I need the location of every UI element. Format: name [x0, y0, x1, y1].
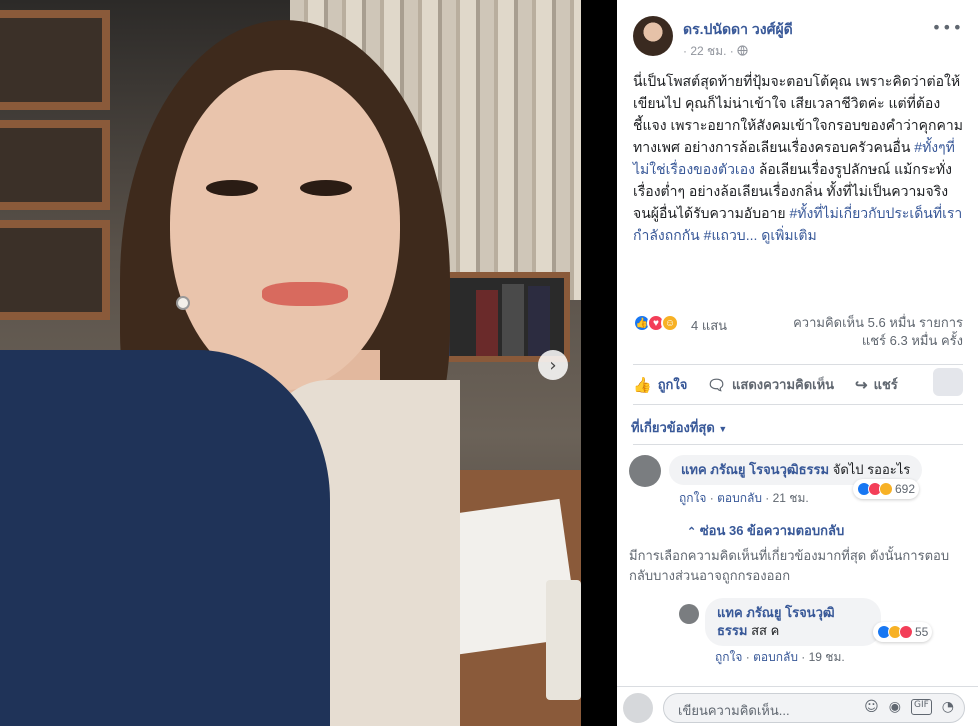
reply-time[interactable]: 19 ชม.	[809, 650, 845, 664]
post-viewer: › ดร.ปนัดดา วงศ์ผู้ดี · 22 ชม. · ••• นี่…	[0, 0, 978, 726]
comment-placeholder: เขียนความคิดเห็น...	[678, 703, 790, 718]
commenter-avatar[interactable]	[629, 455, 661, 487]
comment-input[interactable]: เขียนความคิดเห็น... ☺ ◉ GIF ◔	[663, 693, 965, 723]
see-more-link[interactable]: ดูเพิ่มเติม	[761, 227, 816, 243]
comment-count[interactable]: ความคิดเห็น 5.6 หมื่น รายการ	[793, 314, 963, 332]
chevron-up-icon: ⌃	[687, 526, 697, 538]
reactions-summary: 👍 ♥ ☺ 4 แสน ความคิดเห็น 5.6 หมื่น รายการ…	[633, 310, 963, 348]
hashtag-link[interactable]: #แถวบ...	[704, 227, 758, 243]
comment-label: แสดงความคิดเห็น	[732, 377, 835, 392]
comment-actions: ถูกใจ · ตอบกลับ · 21 ชม.	[679, 491, 809, 505]
shelf	[0, 10, 110, 110]
post-time[interactable]: 22 ชม.	[690, 44, 726, 58]
reply-actions: ถูกใจ · ตอบกลับ · 19 ชม.	[715, 650, 845, 664]
comment-reaction-count: 692	[895, 482, 916, 496]
comment-text: จัดไป รออะไร	[832, 462, 911, 477]
post-photo[interactable]: ›	[0, 0, 581, 726]
lips	[262, 282, 348, 306]
comment-reactions[interactable]: 692	[853, 479, 920, 499]
share-label: แชร์	[873, 377, 898, 392]
hide-replies-link[interactable]: ⌃ ซ่อน 36 ข้อความตอบกลับ	[687, 520, 844, 541]
speech-bubble-icon: 🗨	[707, 376, 727, 394]
post-stats: ความคิดเห็น 5.6 หมื่น รายการ แชร์ 6.3 หม…	[793, 314, 963, 350]
share-button[interactable]: ↪ แชร์	[855, 374, 898, 395]
comment-button[interactable]: 🗨 แสดงความคิดเห็น	[707, 374, 834, 395]
caret-down-icon: ▼	[718, 424, 728, 434]
divider	[633, 364, 963, 365]
emoji-icon[interactable]: ☺	[864, 699, 879, 715]
author-name[interactable]: ดร.ปนัดดา วงศ์ผู้ดี	[683, 19, 793, 41]
earring	[176, 296, 190, 310]
comment-like-link[interactable]: ถูกใจ	[679, 491, 706, 505]
divider	[633, 444, 963, 445]
sticker-icon[interactable]: ◔	[942, 699, 954, 715]
reply-reactions[interactable]: 55	[873, 622, 933, 642]
reply-text: สส ค	[751, 623, 780, 638]
haha-reaction-icon	[879, 482, 893, 496]
comment-time[interactable]: 21 ชม.	[773, 491, 809, 505]
reply-like-link[interactable]: ถูกใจ	[715, 650, 742, 664]
share-as-avatar[interactable]	[933, 368, 963, 396]
replier-name-cont[interactable]: ธรรม	[717, 623, 747, 638]
reply-comment: แทค ภรัณยู โรจนวุฒิ ธรรม สส ค 55 ถูกใจ ·…	[679, 598, 969, 668]
reaction-count[interactable]: 4 แสน	[691, 315, 727, 336]
replier-avatar[interactable]	[679, 604, 699, 624]
gif-icon[interactable]: GIF	[910, 699, 932, 715]
divider	[633, 404, 963, 405]
post-panel: ดร.ปนัดดา วงศ์ผู้ดี · 22 ชม. · ••• นี่เป…	[617, 0, 978, 726]
hide-replies-label: ซ่อน 36 ข้อความตอบกลับ	[699, 523, 845, 538]
user-avatar	[623, 693, 653, 723]
post-header: ดร.ปนัดดา วงศ์ผู้ดี · 22 ชม. · •••	[633, 16, 963, 60]
post-text: นี่เป็นโพสต์สุดท้ายที่ปุ้มจะตอบโต้คุณ เพ…	[633, 70, 968, 246]
shelf	[0, 220, 110, 320]
reply-bubble: แทค ภรัณยู โรจนวุฒิ ธรรม สส ค	[705, 598, 881, 646]
eye	[206, 180, 258, 196]
like-label: ถูกใจ	[657, 377, 688, 392]
share-arrow-icon: ↪	[855, 376, 868, 394]
post-meta: · 22 ชม. ·	[683, 42, 748, 61]
author-avatar[interactable]	[633, 16, 673, 56]
reply-reaction-count: 55	[915, 625, 929, 639]
cup	[546, 580, 581, 700]
like-button[interactable]: 👍 ถูกใจ	[633, 374, 687, 395]
more-options-icon[interactable]: •••	[932, 18, 963, 37]
comment: แทค ภรัณยู โรจนวุฒิธรรม จัดไป รออะไร 692…	[629, 455, 969, 515]
love-reaction-icon	[899, 625, 913, 639]
share-count[interactable]: แชร์ 6.3 หมื่น ครั้ง	[793, 332, 963, 350]
commenter-name[interactable]: แทค ภรัณยู โรจนวุฒิธรรม	[681, 462, 829, 477]
face	[170, 70, 400, 390]
comment-reply-link[interactable]: ตอบกลับ	[717, 491, 762, 505]
comment-composer: เขียนความคิดเห็น... ☺ ◉ GIF ◔	[617, 686, 978, 726]
next-photo-button[interactable]: ›	[538, 350, 568, 380]
shelf	[0, 120, 110, 210]
eye	[300, 180, 352, 196]
care-reaction-icon[interactable]: ☺	[661, 314, 679, 332]
composer-icons: ☺ ◉ GIF ◔	[864, 699, 954, 715]
comment-filter-dropdown[interactable]: ที่เกี่ยวข้องที่สุด ▼	[631, 417, 727, 438]
reply-reply-link[interactable]: ตอบกลับ	[753, 650, 798, 664]
post-actions: 👍 ถูกใจ 🗨 แสดงความคิดเห็น ↪ แชร์	[633, 366, 963, 400]
replier-name[interactable]: แทค ภรัณยู โรจนวุฒิ	[717, 604, 869, 622]
filter-label: ที่เกี่ยวข้องที่สุด	[631, 420, 715, 435]
thumbs-up-icon: 👍	[633, 376, 652, 394]
globe-icon	[737, 45, 748, 56]
camera-icon[interactable]: ◉	[889, 699, 901, 715]
chevron-right-icon: ›	[549, 354, 557, 376]
navy-top	[0, 350, 330, 726]
filter-notice: มีการเลือกความคิดเห็นที่เกี่ยวข้องมากที่…	[629, 548, 950, 583]
